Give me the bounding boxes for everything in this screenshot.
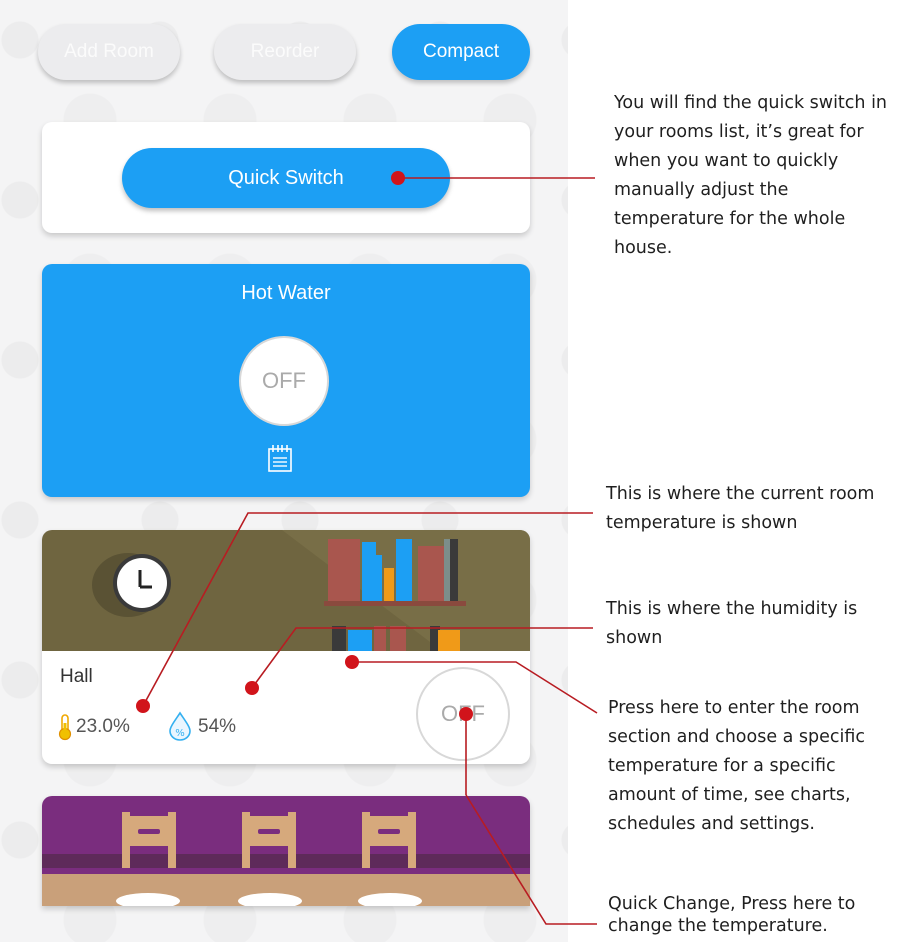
temperature-pointer-dot xyxy=(136,699,150,713)
annotation-current-temperature: This is where the current room temperatu… xyxy=(606,484,875,533)
humidity-pointer-dot xyxy=(245,681,259,695)
room-section-pointer-dot xyxy=(345,655,359,669)
quick-change-pointer-dot xyxy=(459,707,473,721)
annotation-humidity: This is where the humidity is shown xyxy=(606,599,858,648)
annotation-room-section: Press here to enter the room section and… xyxy=(608,698,866,834)
annotation-quick-switch: You will find the quick switch in your r… xyxy=(614,93,888,258)
quick-switch-pointer-dot xyxy=(391,171,405,185)
annotation-quick-change: Quick Change, Press here to change the t… xyxy=(608,894,856,936)
